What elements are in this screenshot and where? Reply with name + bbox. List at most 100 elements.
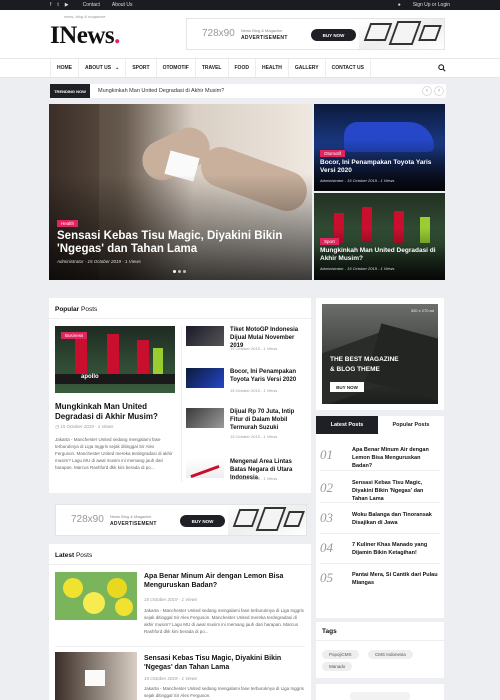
top-link-contact[interactable]: Contact — [83, 2, 100, 8]
latest-2-image[interactable] — [55, 652, 137, 700]
popular-list-2-title[interactable]: Bocor, Ini Penampakan Toyota Yaris Versi… — [230, 368, 306, 384]
header-ad-banner[interactable]: 728x90 News Blog & Magazine ADVERTISEMEN… — [186, 18, 445, 50]
rank-number: 01 — [320, 447, 333, 462]
magazine-ad[interactable]: 320 x 270 ad THE BEST MAGAZINE & BLOG TH… — [322, 304, 438, 404]
ranked-post-2[interactable]: Sensasi Kebas Tisu Magic, Diyakini Bikin… — [352, 479, 440, 503]
hero-slider[interactable]: Health Sensasi Kebas Tisu Magic, Diyakin… — [49, 104, 312, 280]
chevron-right-icon[interactable]: › — [434, 86, 444, 96]
side-post-1[interactable]: Otomotif Bocor, Ini Penampakan Toyota Ya… — [314, 104, 445, 191]
tag-cms-indonesia[interactable]: CMS Indonesia — [368, 650, 413, 659]
logo-dot: . — [114, 22, 120, 49]
popular-list-1-image[interactable] — [186, 326, 224, 346]
magazine-ad-buy-button[interactable]: BUY NOW — [330, 382, 364, 392]
rank-number: 05 — [320, 570, 333, 585]
popular-title-rest: Posts — [79, 306, 98, 313]
hero-meta: Administrator - 15 October 2019 - 1 View… — [57, 259, 141, 264]
top-bar: f t ▶ Contact About Us ● Sign Up or Logi… — [0, 0, 500, 10]
latest-1-title[interactable]: Apa Benar Minum Air dengan Lemon Bisa Me… — [144, 572, 304, 590]
tab-popular[interactable]: Popular Posts — [378, 416, 444, 434]
side-post-1-category[interactable]: Otomotif — [320, 150, 346, 157]
youtube-icon[interactable]: ▶ — [65, 2, 69, 8]
popular-main-excerpt: Jakarta - Manchester United sedang menga… — [55, 437, 173, 470]
popular-list-3-image[interactable] — [186, 408, 224, 428]
ranked-post-1[interactable]: Apa Benar Minum Air dengan Lemon Bisa Me… — [352, 446, 438, 470]
chevron-left-icon[interactable]: ‹ — [422, 86, 432, 96]
signin-link[interactable]: Sign Up or Login — [413, 2, 450, 8]
latest-title-bold: Latest — [55, 552, 75, 559]
latest-title-rest: Posts — [74, 552, 93, 559]
sidebar-widget — [316, 604, 444, 618]
latest-1-image[interactable] — [55, 572, 137, 620]
facebook-icon[interactable]: f — [50, 2, 51, 8]
mid-ad-line2: ADVERTISEMENT — [110, 521, 157, 527]
popular-list-3-meta: 15 October 2019 - 1 Views — [230, 434, 278, 439]
slider-dots[interactable] — [173, 270, 186, 273]
hero-category[interactable]: Health — [57, 220, 79, 227]
rank-number: 02 — [320, 480, 333, 495]
search-icon[interactable] — [438, 64, 446, 72]
popular-list-4-image[interactable] — [186, 458, 224, 478]
ranked-post-4[interactable]: 7 Kuliner Khas Manado yang Dijamin Bikin… — [352, 541, 438, 557]
latest-2-title[interactable]: Sensasi Kebas Tisu Magic, Diyakini Bikin… — [144, 654, 308, 672]
mid-ad-banner[interactable]: 728x90 News Blog & Magazine ADVERTISEMEN… — [55, 504, 307, 536]
twitter-icon[interactable]: t — [57, 2, 58, 8]
popular-list-2-image[interactable] — [186, 368, 224, 388]
ad-line2: ADVERTISEMENT — [241, 35, 288, 41]
nav-travel[interactable]: TRAVEL — [196, 59, 229, 77]
tag-popojicms[interactable]: PopojiCMS — [322, 650, 359, 659]
mid-ad-devices-image — [228, 505, 306, 535]
user-icon[interactable]: ● — [398, 2, 401, 8]
magazine-ad-size: 320 x 270 ad — [410, 308, 434, 313]
magazine-ad-line1: THE BEST MAGAZINE — [330, 356, 399, 363]
divider — [55, 646, 305, 647]
side-post-2[interactable]: Sport Mungkinkah Man United Degradasi di… — [314, 193, 445, 280]
latest-2-excerpt: Jakarta - Manchester United sedang menga… — [144, 686, 304, 698]
side-post-2-category[interactable]: Sport — [320, 238, 339, 245]
tag-manado[interactable]: Manado — [322, 662, 353, 671]
side-post-1-title[interactable]: Bocor, Ini Penampakan Toyota Yaris Versi… — [320, 159, 440, 175]
nav-food[interactable]: FOOD — [229, 59, 256, 77]
trending-bar: TRENDING NOW Mungkinkah Man United Degra… — [50, 84, 446, 98]
mid-ad-size: 728x90 — [71, 514, 104, 525]
mid-ad-buy-button[interactable]: BUY NOW — [180, 515, 225, 527]
divider — [49, 564, 311, 565]
hero-title[interactable]: Sensasi Kebas Tisu Magic, Diyakini Bikin… — [57, 230, 287, 256]
nav-health[interactable]: HEALTH — [256, 59, 289, 77]
chevron-down-icon: ⌄ — [115, 65, 120, 71]
ad-buy-button[interactable]: BUY NOW — [311, 29, 356, 41]
top-link-about[interactable]: About Us — [112, 2, 133, 8]
sidebar-widget-bottom — [316, 684, 444, 700]
logo-tagline: news, blog & magazine — [64, 14, 106, 19]
side-post-2-meta: Administrator - 15 October 2019 - 1 View… — [320, 266, 395, 271]
divider — [181, 326, 182, 482]
latest-1-excerpt: Jakarta - Manchester United sedang menga… — [144, 608, 304, 634]
popular-list-3-title[interactable]: Dijual Rp 70 Juta, Intip Fitur di Dalam … — [230, 408, 308, 432]
popular-main-title[interactable]: Mungkinkah Man United Degradasi di Akhir… — [55, 402, 175, 422]
nav-home[interactable]: HOME — [50, 59, 79, 77]
rank-number: 03 — [320, 510, 333, 525]
popular-list-1-meta: 15 October 2019 - 1 Views — [230, 346, 278, 351]
popular-title-bold: Popular — [55, 306, 80, 313]
nav-about[interactable]: ABOUT US ⌄ — [79, 59, 127, 77]
ranked-post-3[interactable]: Woku Balanga dan Tinoransak Disajikan di… — [352, 511, 438, 527]
side-post-2-title[interactable]: Mungkinkah Man United Degradasi di Akhir… — [320, 247, 440, 263]
trending-label: TRENDING NOW — [50, 84, 90, 98]
nav-otomotif[interactable]: OTOMOTIF — [157, 59, 196, 77]
side-post-1-meta: Administrator - 15 October 2019 - 1 View… — [320, 178, 395, 183]
ad-size: 728x90 — [202, 28, 235, 39]
site-logo[interactable]: INews. — [50, 22, 120, 50]
popular-main-meta: ◷ 15 October 2019 - 1 Views — [55, 424, 113, 430]
nav-contact[interactable]: CONTACT US — [326, 59, 371, 77]
nav-gallery[interactable]: GALLERY — [289, 59, 326, 77]
ad-devices-image — [359, 19, 444, 49]
tab-latest[interactable]: Latest Posts — [316, 416, 378, 434]
logo-text: INews — [50, 22, 115, 49]
nav-sport[interactable]: SPORT — [126, 59, 157, 77]
ranked-post-5[interactable]: Pantai Mera, Si Cantik dari Pulau Mianga… — [352, 571, 438, 587]
popular-main-category[interactable]: Business — [61, 332, 88, 339]
divider — [320, 470, 440, 471]
divider — [49, 318, 311, 319]
hero-shade — [49, 174, 312, 280]
divider — [316, 640, 444, 641]
trending-text[interactable]: Mungkinkah Man United Degradasi di Akhir… — [98, 88, 224, 94]
